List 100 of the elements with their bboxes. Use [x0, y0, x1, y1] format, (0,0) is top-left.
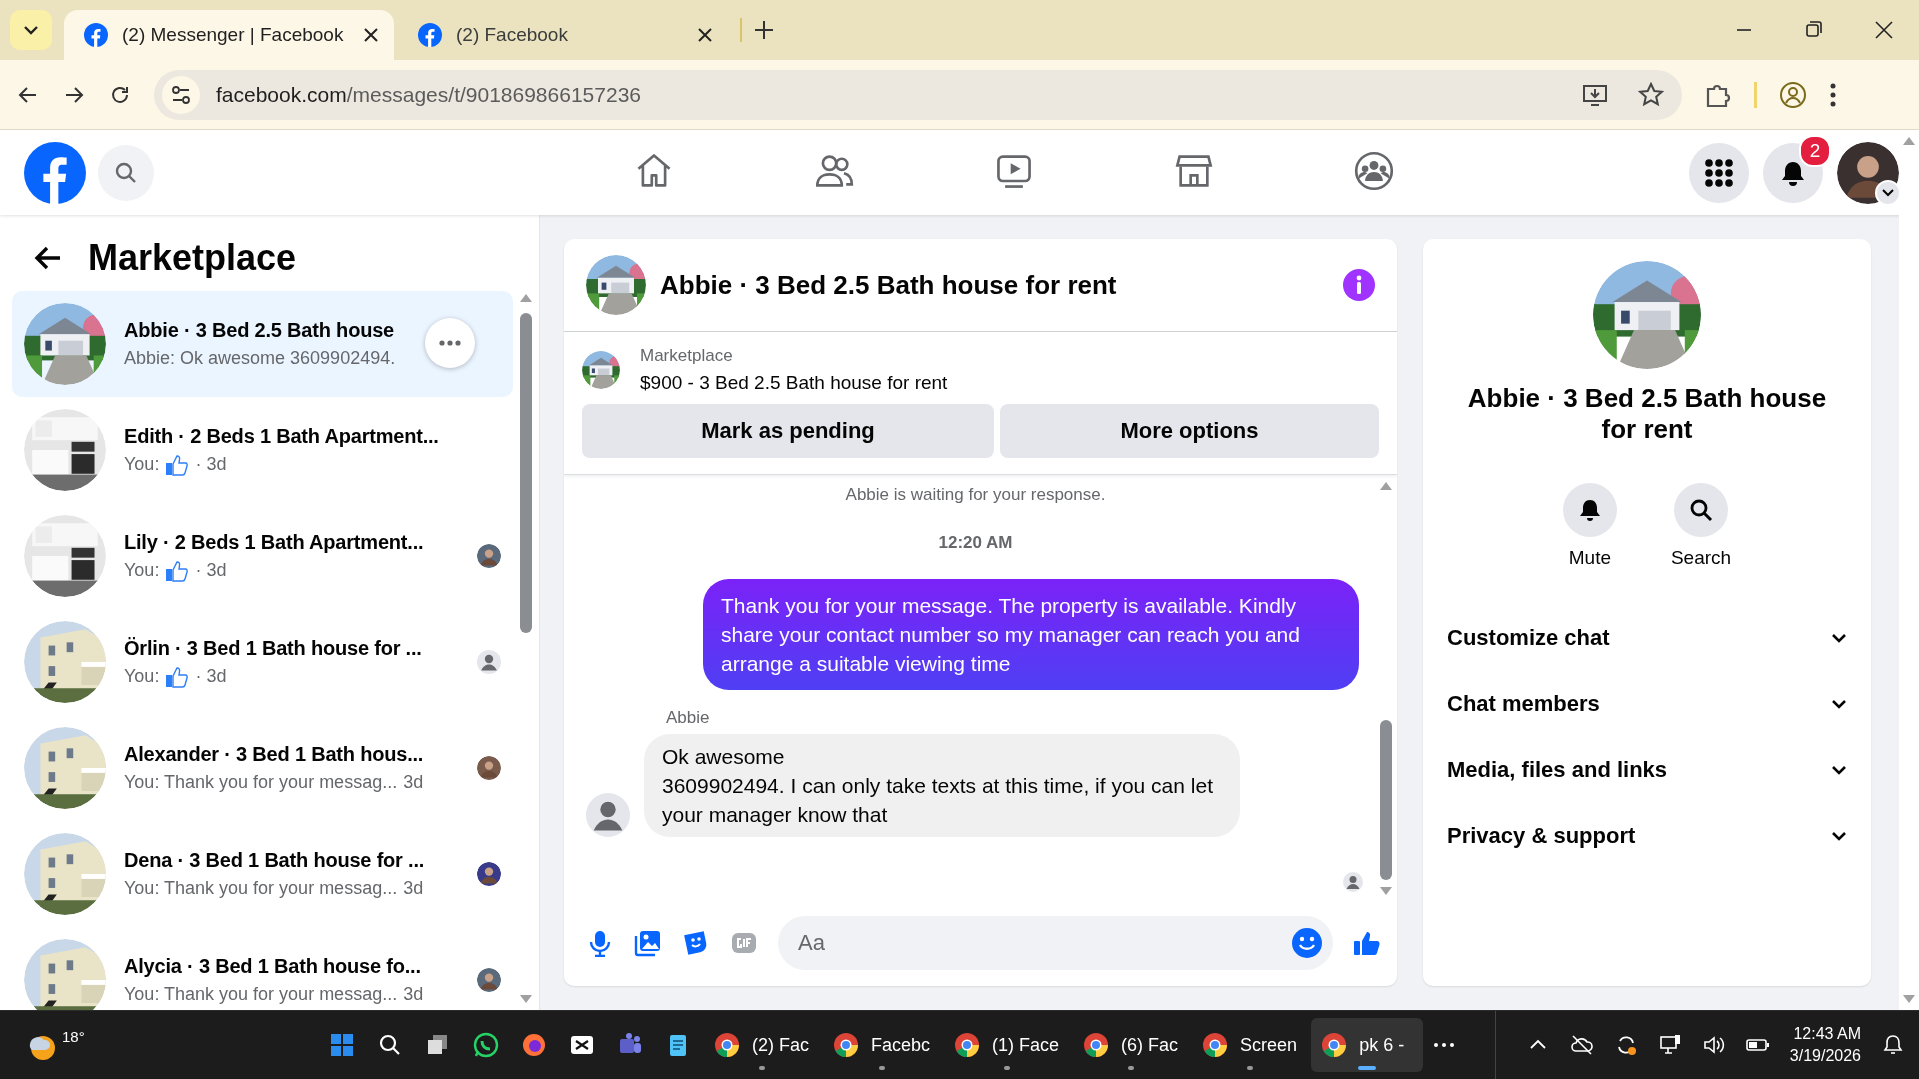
message-preview: You:	[124, 560, 160, 581]
browser-icon	[833, 1032, 859, 1058]
conversation-title: Örlin · 3 Bed 1 Bath house for ...	[124, 636, 423, 660]
browser-icon	[1202, 1032, 1229, 1058]
conversation-title: Alexander · 3 Bed 1 Bath hous...	[124, 743, 425, 766]
message-preview: You:	[124, 454, 160, 475]
message-preview: You: Thank you for your messag...	[124, 878, 398, 899]
cloud-offline-icon[interactable]	[1569, 1033, 1594, 1057]
sent-message: Thank you for your message. The property is available. Kindly share your contact number so my manager can reach you and arrange a suitable viewing time	[703, 579, 1359, 690]
groups-icon[interactable]	[1354, 150, 1394, 191]
clock[interactable]: 12:43 AM 3/19/2026	[1789, 1023, 1861, 1067]
mark-pending-button[interactable]: Mark as pending	[582, 404, 994, 458]
taskbar-app[interactable]: (6) Fac	[1073, 1018, 1189, 1072]
message-preview: Abbie: Ok awesome 3609902494.	[124, 348, 396, 369]
close-icon[interactable]	[364, 28, 378, 42]
settings-section[interactable]: Media, files and links	[1435, 737, 1859, 803]
settings-section[interactable]: Privacy & support	[1435, 803, 1859, 869]
conversation-title: Abbie · 3 Bed 2.5 Bath house for rent	[1466, 383, 1828, 445]
message-field[interactable]: Aa	[778, 916, 1333, 970]
profile-icon[interactable]	[1779, 80, 1807, 109]
notification-icon[interactable]	[1881, 1033, 1905, 1057]
message-preview: You:	[124, 666, 160, 687]
scrollbar-thumb[interactable]	[1380, 720, 1392, 880]
facebook-logo[interactable]	[24, 141, 86, 204]
chevron-icon[interactable]	[1831, 699, 1847, 709]
timestamp: 12:20 AM	[937, 533, 1014, 553]
scroll-down-icon[interactable]	[1902, 994, 1916, 1004]
facebook-icon	[418, 23, 442, 47]
chevron-icon[interactable]	[1831, 831, 1847, 841]
conversation-item[interactable]: Lily · 2 Beds 1 Bath Apartment... You: · 3d	[12, 503, 513, 609]
back-icon[interactable]	[34, 245, 62, 271]
listing-title: $900 - 3 Bed 2.5 Bath house for rent	[640, 372, 948, 394]
taskbar-app[interactable]: Facebc	[823, 1018, 941, 1072]
grid-icon[interactable]	[1704, 157, 1734, 188]
photo-icon[interactable]	[634, 929, 662, 957]
message-time: · 3d	[195, 454, 227, 475]
chat-title: Abbie · 3 Bed 2.5 Bath house for rent	[660, 269, 1118, 301]
message-time: 3d	[403, 772, 424, 793]
info-icon[interactable]	[1343, 269, 1375, 301]
conversation-title: Abbie · 3 Bed 2.5 Bath house	[124, 319, 395, 342]
more-options-button[interactable]: More options	[1000, 404, 1379, 458]
conversation-item[interactable]: Edith · 2 Beds 1 Bath Apartment... You: · 3d	[12, 397, 513, 503]
chevron-icon[interactable]	[1831, 633, 1847, 643]
more-icon[interactable]	[439, 340, 461, 346]
avatar-icon	[586, 793, 630, 837]
conversation-title: Alycia · 3 Bed 1 Bath house fo...	[124, 955, 422, 978]
temperature[interactable]: 18°	[62, 1028, 85, 1045]
close-icon[interactable]	[698, 28, 712, 42]
browser-icon	[1083, 1032, 1110, 1058]
caret-icon[interactable]	[1882, 188, 1894, 197]
received-message: Ok awesome 3609902494. I can only take texts at this time, if you can let your manager know that	[644, 734, 1240, 837]
taskbar-app[interactable]: (2) Fac	[704, 1018, 819, 1072]
seen-avatar-icon	[1343, 872, 1363, 892]
settings-section[interactable]: Chat members	[1435, 671, 1859, 737]
new-tab-icon[interactable]	[754, 20, 774, 40]
search-icon[interactable]	[1688, 497, 1714, 523]
tab-search-button[interactable]	[10, 10, 52, 50]
scroll-up-icon[interactable]	[519, 293, 533, 303]
message-time: · 3d	[195, 666, 227, 687]
conversation-item[interactable]: Abbie · 3 Bed 2.5 Bath house Abbie: Ok awesome 3609902494.	[12, 291, 513, 397]
taskbar-app[interactable]: pk 6 -	[1311, 1018, 1424, 1072]
scroll-up-icon[interactable]	[1902, 136, 1916, 146]
chat-notice: Abbie is waiting for your response.	[844, 485, 1107, 505]
conversation-item[interactable]: Alexander · 3 Bed 1 Bath hous... You: Thank you for your messag... 3d	[12, 715, 513, 821]
settings-section[interactable]: Customize chat	[1435, 605, 1859, 671]
browser-icon	[954, 1032, 981, 1058]
conversation-item[interactable]: Dena · 3 Bed 1 Bath house for ... You: Thank you for your messag... 3d	[12, 821, 513, 927]
browser-icon	[1321, 1032, 1348, 1058]
network-icon[interactable]	[1657, 1033, 1682, 1057]
scroll-down-icon[interactable]	[1379, 886, 1393, 896]
message-time: 3d	[403, 878, 424, 899]
section-title: Marketplace	[88, 237, 297, 279]
taskbar-app[interactable]: Screen	[1192, 1018, 1308, 1072]
emoji-icon[interactable]	[1291, 927, 1323, 959]
conversation-item[interactable]: Örlin · 3 Bed 1 Bath house for ... You: · 3d	[12, 609, 513, 715]
facebook-icon	[84, 23, 108, 47]
listing-source: Marketplace	[640, 346, 734, 366]
message-preview: You: Thank you for your messag...	[124, 984, 398, 1005]
start-icon[interactable]	[329, 1032, 355, 1058]
bookmark-star-icon[interactable]	[1638, 81, 1664, 108]
taskbar-app[interactable]: (1) Face	[944, 1018, 1070, 1072]
message-time: · 3d	[195, 560, 227, 581]
browser-icon	[714, 1032, 740, 1058]
notification-badge: 2	[1799, 134, 1831, 167]
caret-icon[interactable]	[23, 25, 39, 35]
like-icon[interactable]	[1353, 929, 1381, 957]
scroll-down-icon[interactable]	[519, 994, 533, 1004]
scroll-up-icon[interactable]	[1379, 481, 1393, 491]
conversation-title: Lily · 2 Beds 1 Bath Apartment...	[124, 530, 425, 554]
conversation-title: Dena · 3 Bed 1 Bath house for ...	[124, 849, 426, 872]
site-settings-icon[interactable]	[162, 75, 200, 114]
scrollbar-thumb[interactable]	[520, 313, 532, 633]
sender-name: Abbie	[666, 708, 711, 728]
seen-avatar-icon	[477, 650, 501, 674]
menu-icon[interactable]	[1829, 81, 1837, 108]
message-time: 3d	[403, 984, 424, 1005]
message-preview: You: Thank you for your messag...	[124, 772, 398, 793]
browser-tab[interactable]: (2) Facebook	[398, 10, 728, 60]
browser-tab[interactable]: (2) Messenger | Facebook	[64, 10, 394, 60]
chevron-icon[interactable]	[1831, 765, 1847, 775]
